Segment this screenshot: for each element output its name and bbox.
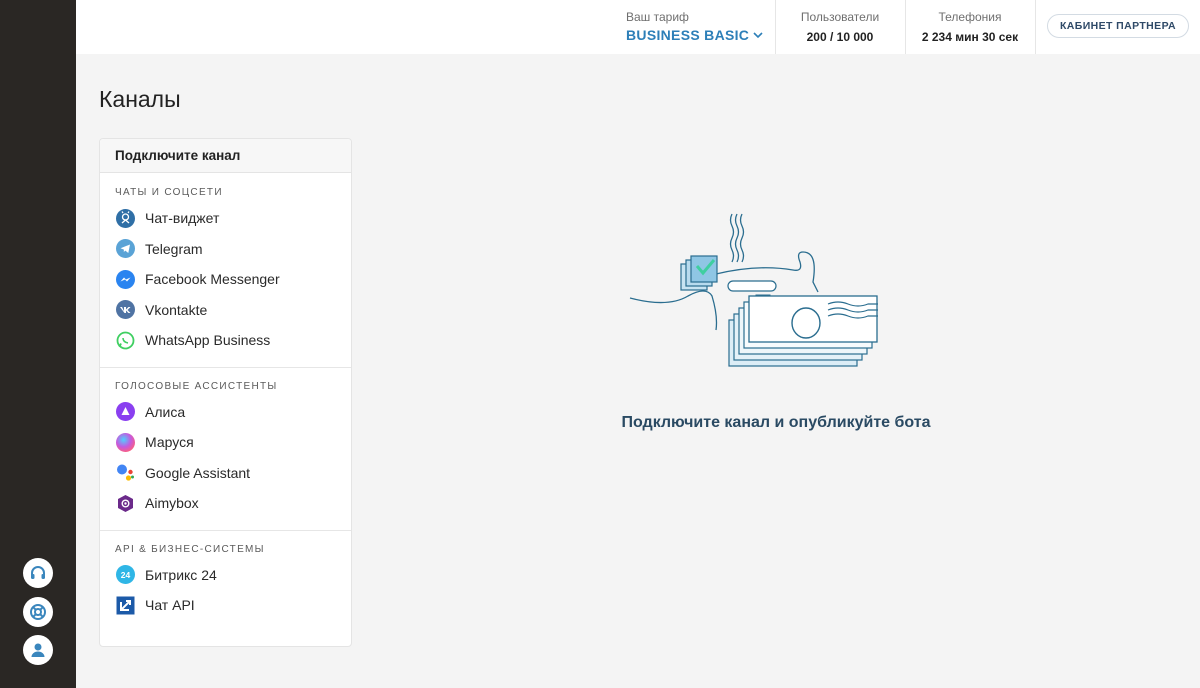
top-bar: Ваш тариф BUSINESS BASIC Пользователи 20… [76, 0, 1200, 54]
tariff-value: BUSINESS BASIC [626, 27, 750, 43]
channel-vkontakte[interactable]: Vkontakte [100, 295, 351, 326]
group-title: ГОЛОСОВЫЕ АССИСТЕНТЫ [115, 380, 278, 392]
empty-state-message: Подключите канал и опубликуйте бота [621, 414, 931, 431]
headset-icon [31, 566, 45, 579]
group-voice-assistants: ГОЛОСОВЫЕ АССИСТЕНТЫ Алиса Маруся Google… [100, 368, 351, 531]
channel-label: Маруся [145, 434, 194, 451]
group-title: API & БИЗНЕС-СИСТЕМЫ [115, 543, 265, 555]
lifebuoy-icon [30, 604, 46, 620]
channel-label: Google Assistant [145, 464, 251, 481]
channel-facebook-messenger[interactable]: Facebook Messenger [100, 264, 351, 295]
vk-icon [116, 300, 135, 320]
channel-label: Facebook Messenger [145, 271, 280, 288]
chat-widget-icon [116, 208, 135, 228]
channel-whatsapp-business[interactable]: WhatsApp Business [100, 325, 351, 356]
tariff-selector[interactable]: Ваш тариф BUSINESS BASIC [626, 10, 776, 50]
telegram-icon [116, 239, 135, 259]
channel-marusya[interactable]: Маруся [100, 427, 351, 458]
channel-bitrix24[interactable]: 24 Битрикс 24 [100, 560, 351, 591]
telephony-label: Телефония [938, 10, 1002, 24]
chevron-down-icon [753, 32, 763, 39]
partner-cabinet-button[interactable]: КАБИНЕТ ПАРТНЕРА [1047, 14, 1189, 38]
bitrix24-badge: 24 [121, 570, 131, 580]
help-lifebuoy-button[interactable] [23, 597, 53, 627]
page-title: Каналы [99, 86, 181, 112]
whatsapp-icon [116, 331, 135, 350]
channel-alice[interactable]: Алиса [100, 397, 351, 428]
channel-aimybox[interactable]: Aimybox [100, 488, 351, 519]
channel-label: Чат-виджет [145, 210, 220, 227]
panel-header: Подключите канал [100, 139, 351, 173]
channel-label: WhatsApp Business [145, 332, 271, 349]
group-api-business: API & БИЗНЕС-СИСТЕМЫ 24 Битрикс 24 Чат A… [100, 531, 351, 629]
channel-label: Telegram [145, 240, 203, 257]
bitrix24-icon: 24 [116, 565, 135, 585]
connect-channel-panel: Подключите канал ЧАТЫ И СОЦСЕТИ Чат-видж… [99, 138, 352, 647]
telephony-value: 2 234 мин 30 сек [921, 30, 1019, 44]
channel-label: Vkontakte [145, 301, 208, 318]
group-chats-socials: ЧАТЫ И СОЦСЕТИ Чат-виджет Telegram Faceb… [100, 173, 351, 368]
channel-label: Чат API [145, 597, 195, 614]
users-label: Пользователи [800, 10, 880, 24]
user-icon [31, 643, 45, 657]
aimybox-icon [116, 494, 135, 513]
messenger-icon [116, 269, 135, 289]
channel-chat-api[interactable]: Чат API [100, 590, 351, 621]
support-headset-button[interactable] [23, 558, 53, 588]
profile-button[interactable] [23, 635, 53, 665]
google-assistant-icon [116, 463, 135, 482]
marusya-icon [116, 432, 135, 452]
channel-label: Aimybox [145, 495, 199, 512]
channel-chat-widget[interactable]: Чат-виджет [100, 203, 351, 234]
left-rail [0, 0, 76, 688]
telephony-stat: Телефония 2 234 мин 30 сек [906, 10, 1034, 44]
channel-label: Алиса [145, 403, 186, 420]
empty-state-illustration [629, 213, 878, 367]
alice-icon [116, 402, 135, 422]
chat-api-icon [116, 596, 135, 615]
tariff-label: Ваш тариф [626, 10, 689, 24]
users-value: 200 / 10 000 [806, 30, 874, 44]
users-stat: Пользователи 200 / 10 000 [776, 10, 904, 44]
channel-google-assistant[interactable]: Google Assistant [100, 458, 351, 489]
channel-telegram[interactable]: Telegram [100, 234, 351, 265]
divider [1035, 0, 1036, 54]
group-title: ЧАТЫ И СОЦСЕТИ [115, 187, 223, 198]
channel-label: Битрикс 24 [145, 566, 217, 583]
